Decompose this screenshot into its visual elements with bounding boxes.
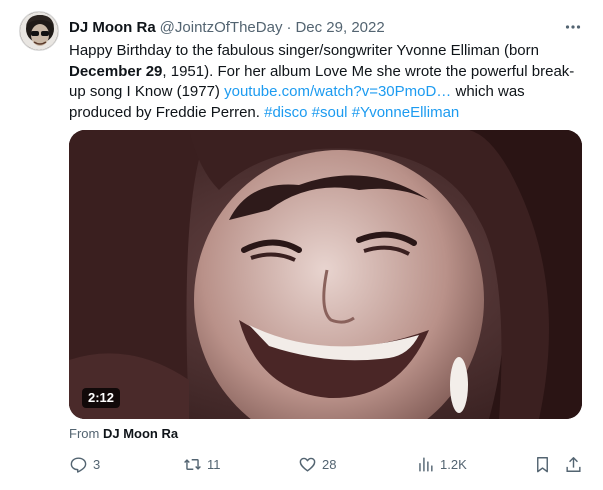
hashtag-soul[interactable]: #soul [312,104,348,121]
retweet-button[interactable]: 11 [183,452,221,476]
tweet-date[interactable]: Dec 29, 2022 [295,19,384,36]
hashtag-yvonne-elliman[interactable]: #YvonneElliman [352,104,460,121]
text-part-1: Happy Birthday to the fabulous singer/so… [69,42,539,59]
youtube-link[interactable]: youtube.com/watch?v=30PmoD… [224,83,451,100]
reply-icon [70,456,87,473]
like-icon [299,457,316,472]
reply-button[interactable]: 3 [69,452,100,476]
more-icon [565,25,581,29]
tweet-text: Happy Birthday to the fabulous singer/so… [69,41,584,123]
retweet-icon [184,458,201,470]
share-icon [566,456,581,472]
video-player[interactable]: 2:12 [69,130,582,419]
action-bar: 3 11 28 1.2K [69,452,584,476]
reply-count: 3 [93,456,101,472]
views-button[interactable]: 1.2K [416,452,467,476]
separator: · [286,18,292,36]
hashtag-disco[interactable]: #disco [264,104,307,121]
like-count: 28 [322,456,337,472]
avatar[interactable] [19,11,59,51]
source-attribution: From DJ Moon Ra [69,426,178,441]
share-button[interactable] [564,452,583,476]
views-icon [419,456,433,472]
tweet-header: DJ Moon Ra @JointzOfTheDay · Dec 29, 202… [69,17,385,37]
more-button[interactable] [562,16,584,38]
from-name[interactable]: DJ Moon Ra [103,426,178,441]
from-label: From [69,426,100,441]
bookmark-button[interactable] [533,452,552,476]
like-button[interactable]: 28 [298,452,336,476]
tweet[interactable]: DJ Moon Ra @JointzOfTheDay · Dec 29, 202… [0,0,603,490]
author-handle[interactable]: @JointzOfTheDay [160,19,283,36]
video-duration: 2:12 [82,388,121,408]
bookmark-icon [537,456,548,472]
retweet-count: 11 [207,456,221,472]
video-thumbnail [69,130,582,419]
text-bold-date: December 29 [69,62,163,80]
views-count: 1.2K [440,456,467,472]
author-name[interactable]: DJ Moon Ra [69,19,156,36]
